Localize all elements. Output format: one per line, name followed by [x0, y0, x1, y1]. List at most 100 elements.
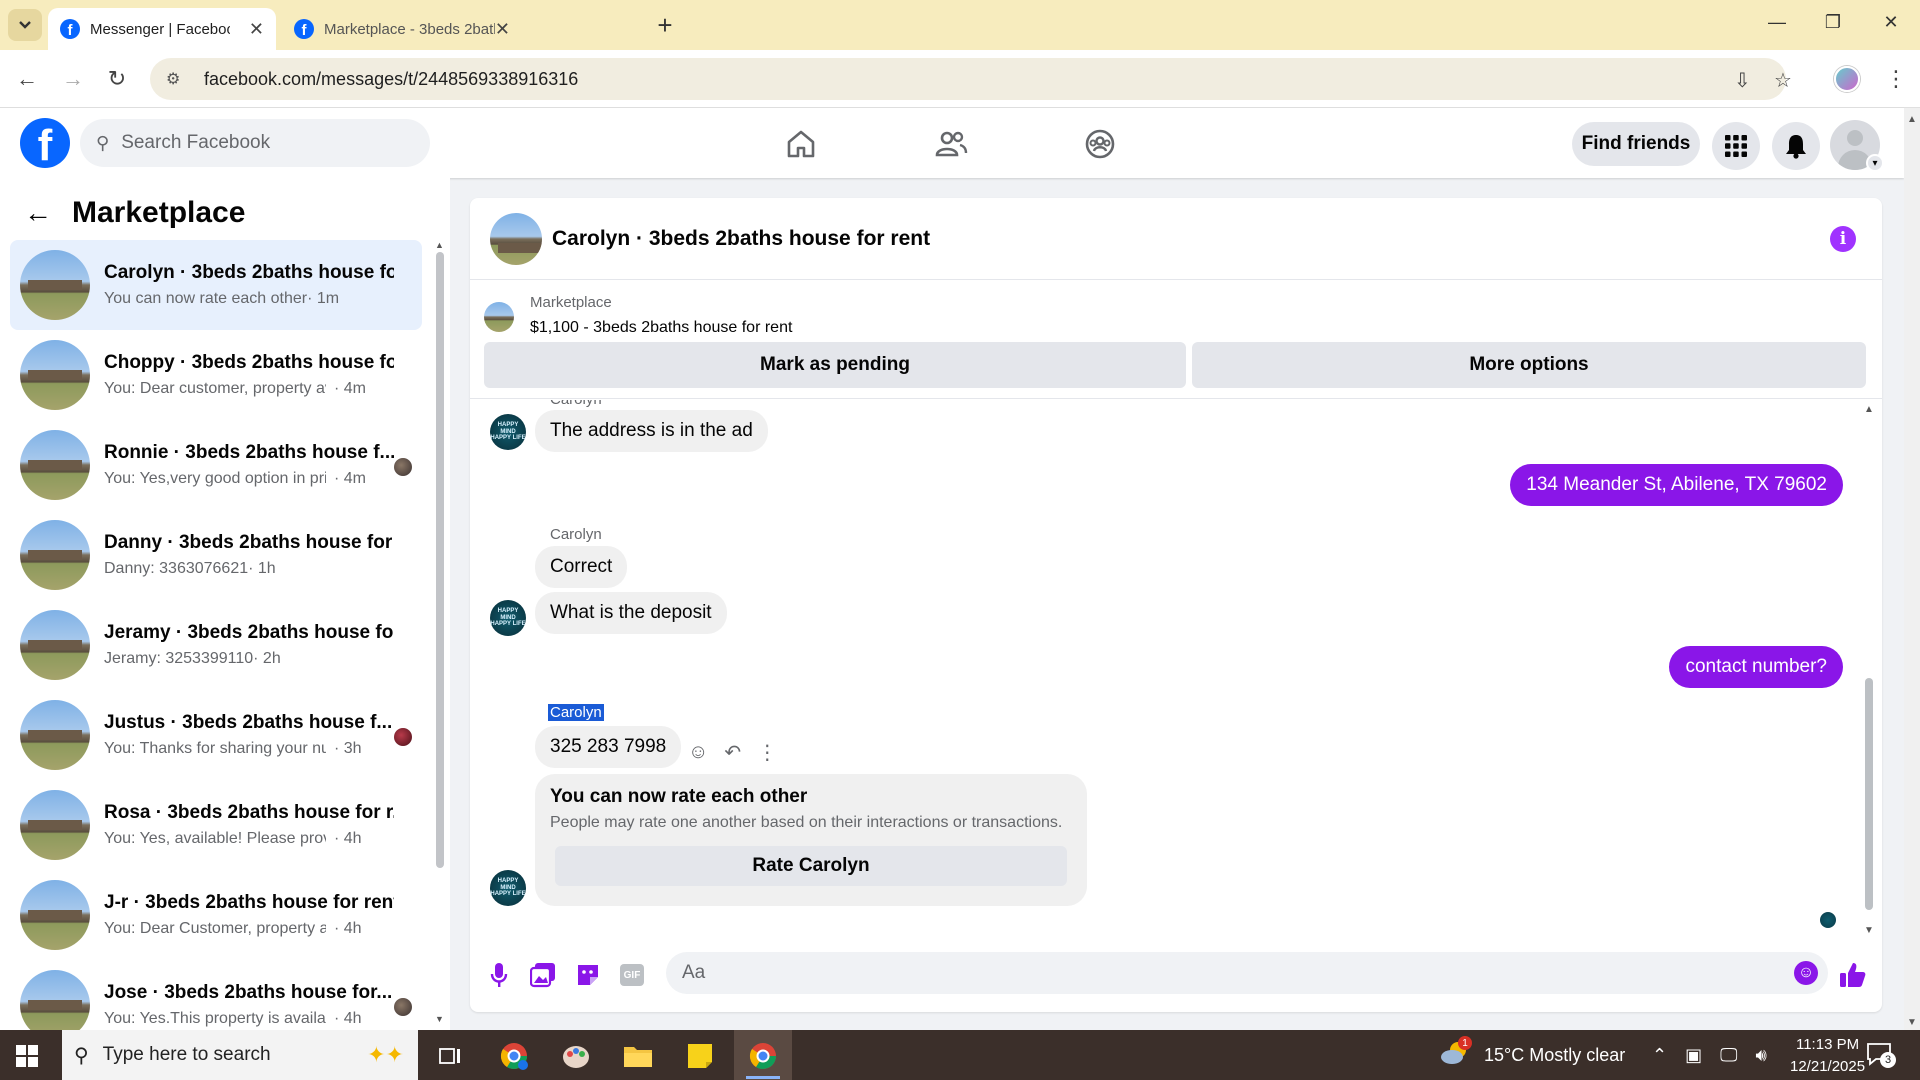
file-explorer-icon[interactable] [618, 1038, 658, 1074]
scrollbar-thumb[interactable] [1865, 678, 1873, 910]
message-bubble-incoming[interactable]: Correct [535, 546, 628, 588]
volume-icon[interactable]: 🔊︎ [1755, 1045, 1766, 1066]
new-tab-button[interactable]: + [650, 10, 680, 40]
find-friends-button[interactable]: Find friends [1572, 122, 1700, 166]
clock-date: 12/21/2025 [1790, 1058, 1866, 1075]
conversation-name: Choppy · 3beds 2baths house fo... [104, 352, 394, 373]
notifications-bell-icon[interactable] [1772, 122, 1820, 170]
browser-menu-icon[interactable]: ⋮ [1885, 66, 1907, 92]
message-input[interactable]: Aa ☺ [666, 952, 1828, 994]
chevron-down-icon[interactable]: ▾ [1866, 154, 1884, 172]
listing-thumbnail [484, 302, 514, 332]
react-emoji-icon[interactable]: ☺ [688, 741, 708, 764]
reload-icon[interactable]: ↻ [102, 66, 132, 92]
gif-icon[interactable]: GIF [617, 960, 647, 990]
mark-as-pending-button[interactable]: Mark as pending [484, 342, 1186, 388]
chat-title[interactable]: Carolyn · 3beds 2baths house for rent [552, 227, 930, 251]
scroll-up-icon[interactable]: ▲ [1907, 114, 1917, 125]
back-arrow-icon[interactable]: ← [24, 197, 52, 229]
conversation-item[interactable]: Carolyn · 3beds 2baths house fo... You c… [10, 240, 422, 330]
search-input[interactable]: ⚲ Search Facebook [80, 119, 430, 167]
conversation-time: · 4h [334, 1010, 362, 1027]
scroll-up-icon[interactable]: ▲ [435, 240, 444, 250]
more-actions-icon[interactable]: ⋮ [757, 740, 777, 765]
message-bubble-outgoing[interactable]: contact number? [1669, 646, 1843, 688]
clock-time: 11:13 PM [1795, 1036, 1860, 1053]
chrome-app-icon[interactable] [743, 1038, 783, 1074]
site-settings-icon[interactable]: ⚙ [166, 69, 186, 89]
tab-messenger[interactable]: f Messenger | Facebook ✕ [48, 8, 276, 50]
peer-avatar[interactable]: HAPPY MIND HAPPY LIFE [490, 870, 526, 906]
close-tab-icon[interactable]: ✕ [495, 19, 510, 40]
notification-center-icon[interactable]: 3 [1866, 1042, 1896, 1072]
taskbar-search-input[interactable]: ⚲ Type here to search ✦✦ [62, 1030, 418, 1080]
sender-name: Carolyn [550, 526, 602, 543]
chevron-up-icon[interactable]: ⌃ [1652, 1045, 1667, 1066]
photo-icon[interactable] [528, 960, 558, 990]
system-clock[interactable]: 11:13 PM 12/21/2025 [1790, 1034, 1865, 1078]
address-bar[interactable]: ⚙ facebook.com/messages/t/24485693389163… [150, 58, 1786, 100]
restore-icon[interactable]: ❐ [1818, 12, 1848, 33]
thumbs-up-icon[interactable] [1838, 960, 1868, 990]
scrollbar-thumb[interactable] [436, 252, 444, 868]
scroll-down-icon[interactable]: ▼ [435, 1014, 444, 1024]
page-scrollbar[interactable]: ▲ ▼ [1904, 108, 1920, 1030]
forward-icon[interactable]: → [58, 66, 88, 92]
browser-profile-avatar[interactable] [1834, 66, 1860, 92]
facebook-logo-icon[interactable]: f [20, 118, 70, 168]
conversation-item[interactable]: Justus · 3beds 2baths house f... You: Th… [10, 690, 422, 780]
windows-start-icon[interactable] [16, 1045, 38, 1067]
install-app-icon[interactable]: ⇩ [1734, 68, 1751, 93]
bookmark-star-icon[interactable]: ☆ [1774, 68, 1792, 93]
listing-thumbnail [20, 610, 90, 680]
conversation-item[interactable]: Ronnie · 3beds 2baths house f... You: Ye… [10, 420, 422, 510]
close-tab-icon[interactable]: ✕ [249, 19, 264, 40]
scroll-down-icon[interactable]: ▼ [1907, 1017, 1917, 1028]
conversation-item[interactable]: Choppy · 3beds 2baths house fo... You: D… [10, 330, 422, 420]
emoji-icon[interactable]: ☺ [1794, 961, 1818, 985]
paint-app-icon[interactable] [556, 1038, 596, 1074]
more-options-button[interactable]: More options [1192, 342, 1866, 388]
menu-grid-icon[interactable] [1712, 122, 1760, 170]
conversation-item[interactable]: Danny · 3beds 2baths house for ... Danny… [10, 510, 422, 600]
conversation-preview: You: Yes.This property is availabl... [104, 1010, 326, 1027]
tab-marketplace[interactable]: f Marketplace - 3beds 2baths ho ✕ [282, 8, 522, 50]
message-bubble-incoming[interactable]: What is the deposit [535, 592, 727, 634]
message-bubble-incoming[interactable]: 325 283 7998 [535, 726, 682, 768]
chat-scrollbar[interactable]: ▲ ▼ [1862, 400, 1876, 936]
message-composer: GIF Aa ☺ [470, 942, 1882, 1012]
sticker-icon[interactable] [573, 960, 603, 990]
peer-avatar[interactable]: HAPPY MIND HAPPY LIFE [490, 600, 526, 636]
scroll-down-icon[interactable]: ▼ [1864, 925, 1874, 936]
microphone-icon[interactable] [484, 960, 514, 990]
notification-count: 3 [1880, 1052, 1896, 1068]
tab-search-dropdown[interactable] [8, 9, 42, 41]
back-icon[interactable]: ← [12, 66, 42, 92]
peer-avatar[interactable]: HAPPY MIND HAPPY LIFE [490, 414, 526, 450]
groups-icon[interactable] [1080, 124, 1120, 164]
listing-thumbnail[interactable] [490, 212, 542, 265]
listing-summary[interactable]: Marketplace $1,100 - 3beds 2baths house … [484, 294, 792, 337]
conversation-item[interactable]: Jeramy · 3beds 2baths house for... Jeram… [10, 600, 422, 690]
close-window-icon[interactable]: ✕ [1876, 12, 1906, 33]
conversation-item[interactable]: J-r · 3beds 2baths house for rent You: D… [10, 870, 422, 960]
info-icon[interactable]: i [1830, 226, 1856, 252]
listing-thumbnail [20, 790, 90, 860]
chrome-profile-app-icon[interactable] [494, 1038, 534, 1074]
home-icon[interactable] [781, 124, 821, 164]
device-icon[interactable]: ▣ [1685, 1045, 1702, 1066]
reply-icon[interactable]: ↶ [724, 740, 741, 765]
task-view-icon[interactable] [430, 1038, 470, 1074]
weather-widget[interactable]: 1 15°C Mostly clear [1440, 1030, 1625, 1080]
scroll-up-icon[interactable]: ▲ [1864, 404, 1874, 415]
network-icon[interactable]: 🖵 [1720, 1045, 1737, 1066]
rate-carolyn-button[interactable]: Rate Carolyn [555, 846, 1067, 886]
sticky-notes-icon[interactable] [680, 1038, 720, 1074]
minimize-icon[interactable]: — [1762, 12, 1792, 33]
conversation-time: · 3h [334, 740, 362, 757]
message-bubble-outgoing[interactable]: 134 Meander St, Abilene, TX 79602 [1510, 464, 1843, 506]
sidebar-scrollbar[interactable]: ▲ ▼ [434, 240, 446, 1024]
message-bubble-incoming[interactable]: The address is in the ad [535, 410, 768, 452]
conversation-item[interactable]: Rosa · 3beds 2baths house for r... You: … [10, 780, 422, 870]
friends-icon[interactable] [931, 124, 971, 164]
